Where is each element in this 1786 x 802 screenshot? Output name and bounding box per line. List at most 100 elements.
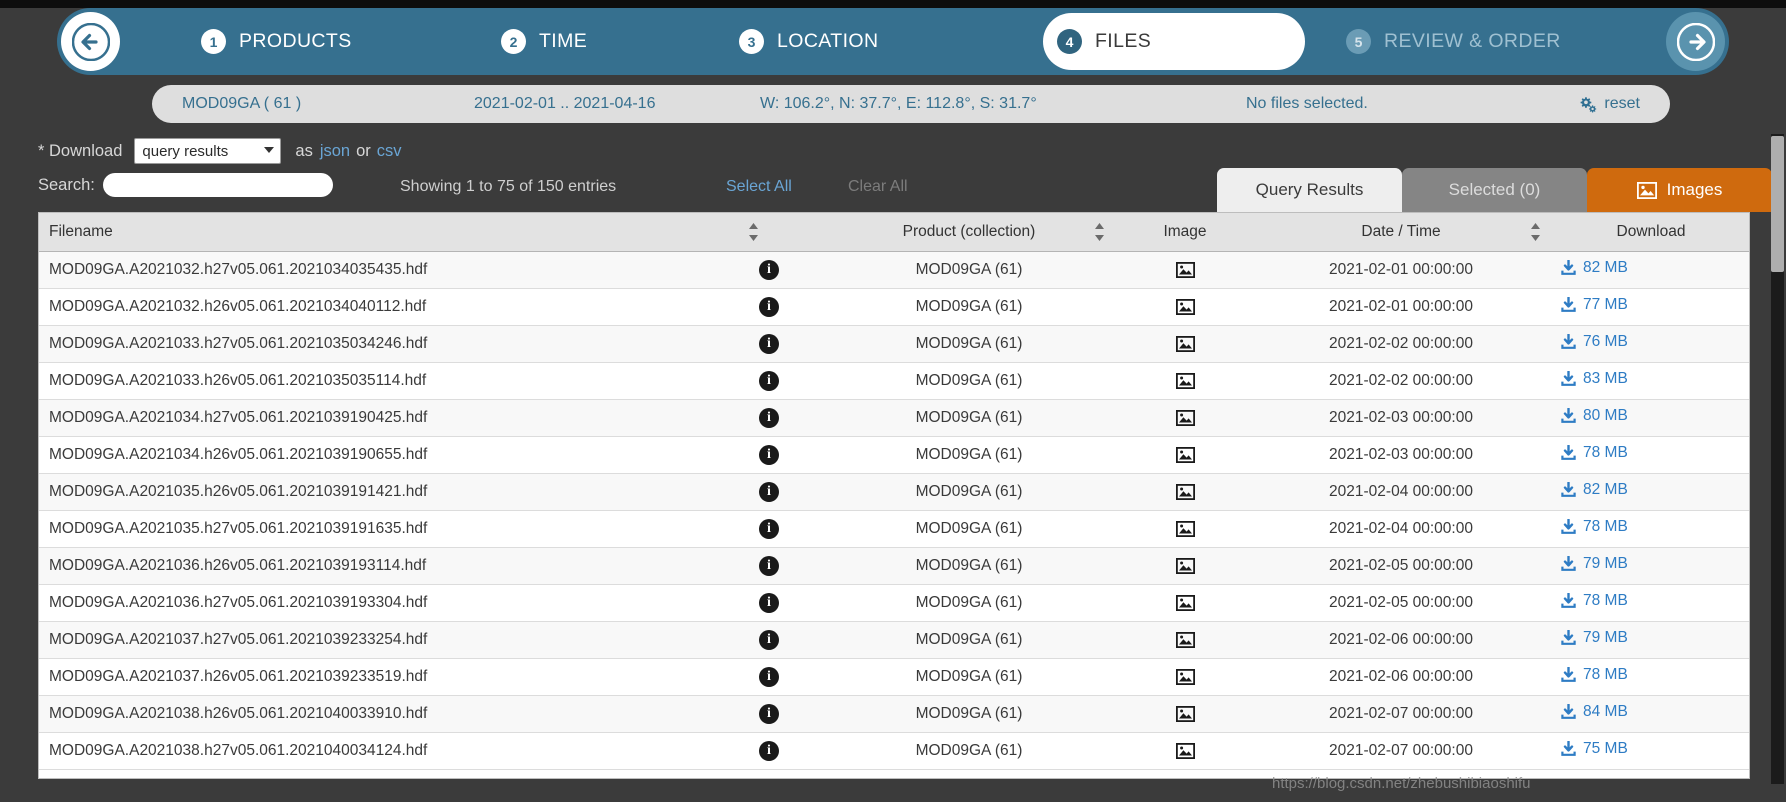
image-thumbnail-icon[interactable] (1129, 594, 1241, 611)
cell-filename[interactable]: MOD09GA.A2021032.h27v05.061.202103403543… (39, 251, 719, 289)
table-row[interactable]: MOD09GA.A2021036.h27v05.061.202103919330… (39, 584, 1749, 622)
cell-download[interactable]: 78 MB (1551, 658, 1749, 696)
image-thumbnail-icon[interactable] (1129, 557, 1241, 574)
cell-download[interactable]: 84 MB (1551, 695, 1749, 733)
info-icon[interactable]: i (759, 703, 779, 724)
cell-image[interactable] (1119, 325, 1251, 363)
image-thumbnail-icon[interactable] (1129, 742, 1241, 759)
cell-download[interactable]: 78 MB (1551, 584, 1749, 622)
select-all-link[interactable]: Select All (726, 178, 792, 196)
cell-info[interactable]: i (719, 547, 819, 585)
cell-filename[interactable]: MOD09GA.A2021033.h26v05.061.202103503511… (39, 362, 719, 400)
tab-selected[interactable]: Selected (0) (1402, 168, 1587, 212)
image-thumbnail-icon[interactable] (1129, 446, 1241, 463)
table-row[interactable]: MOD09GA.A2021032.h27v05.061.202103403543… (39, 251, 1749, 289)
cell-image[interactable] (1119, 584, 1251, 622)
cell-download[interactable]: 83 MB (1551, 362, 1749, 400)
cell-filename[interactable]: MOD09GA.A2021038.h26v05.061.202104003391… (39, 695, 719, 733)
sort-icon-product[interactable] (1094, 222, 1105, 242)
cell-image[interactable] (1119, 399, 1251, 437)
cell-filename[interactable]: MOD09GA.A2021037.h26v05.061.202103923351… (39, 658, 719, 696)
info-icon[interactable]: i (759, 296, 779, 317)
cell-filename[interactable]: MOD09GA.A2021037.h27v05.061.202103923325… (39, 621, 719, 659)
download-link[interactable]: 78 MB (1561, 592, 1628, 610)
image-thumbnail-icon[interactable] (1129, 335, 1241, 352)
download-link[interactable]: 82 MB (1561, 481, 1628, 499)
tab-query-results[interactable]: Query Results (1217, 168, 1402, 212)
cell-image[interactable] (1119, 362, 1251, 400)
table-row[interactable]: MOD09GA.A2021034.h27v05.061.202103919042… (39, 399, 1749, 437)
cell-info[interactable]: i (719, 251, 819, 289)
info-icon[interactable]: i (759, 555, 779, 576)
cell-filename[interactable]: MOD09GA.A2021033.h27v05.061.202103503424… (39, 325, 719, 363)
cell-image[interactable] (1119, 251, 1251, 289)
cell-image[interactable] (1119, 695, 1251, 733)
cell-info[interactable]: i (719, 658, 819, 696)
search-input[interactable] (102, 173, 333, 197)
page-scrollbar-thumb[interactable] (1771, 136, 1784, 272)
breadcrumb-product[interactable]: MOD09GA ( 61 ) (182, 95, 301, 113)
reset-button[interactable]: reset (1578, 95, 1640, 113)
cell-download[interactable]: 78 MB (1551, 436, 1749, 474)
info-icon[interactable]: i (759, 407, 779, 428)
cell-info[interactable]: i (719, 362, 819, 400)
cell-filename[interactable]: MOD09GA.A2021036.h27v05.061.202103919330… (39, 584, 719, 622)
cell-info[interactable]: i (719, 732, 819, 770)
column-header-info[interactable] (719, 213, 819, 252)
download-link[interactable]: 80 MB (1561, 407, 1628, 425)
image-thumbnail-icon[interactable] (1129, 631, 1241, 648)
download-link[interactable]: 78 MB (1561, 444, 1628, 462)
cell-filename[interactable]: MOD09GA.A2021034.h27v05.061.202103919042… (39, 399, 719, 437)
wizard-step-files[interactable]: 4 FILES (1043, 13, 1305, 70)
cell-info[interactable]: i (719, 621, 819, 659)
cell-info[interactable]: i (719, 695, 819, 733)
cell-info[interactable]: i (719, 584, 819, 622)
info-icon[interactable]: i (759, 370, 779, 391)
column-header-product[interactable]: Product (collection) (819, 213, 1119, 252)
table-row[interactable]: MOD09GA.A2021036.h26v05.061.202103919311… (39, 547, 1749, 585)
table-row[interactable]: MOD09GA.A2021037.h27v05.061.202103923325… (39, 621, 1749, 659)
sort-icon-filename[interactable] (748, 222, 759, 242)
download-link[interactable]: 75 MB (1561, 740, 1628, 758)
download-link[interactable]: 78 MB (1561, 518, 1628, 536)
info-icon[interactable]: i (759, 740, 779, 761)
cell-download[interactable]: 75 MB (1551, 732, 1749, 770)
info-icon[interactable]: i (759, 481, 779, 502)
forward-button[interactable] (1666, 12, 1725, 71)
download-link[interactable]: 78 MB (1561, 666, 1628, 684)
cell-download[interactable]: 77 MB (1551, 288, 1749, 326)
cell-download[interactable]: 80 MB (1551, 399, 1749, 437)
cell-image[interactable] (1119, 510, 1251, 548)
image-thumbnail-icon[interactable] (1129, 705, 1241, 722)
cell-download[interactable]: 82 MB (1551, 251, 1749, 289)
cell-info[interactable]: i (719, 436, 819, 474)
image-thumbnail-icon[interactable] (1129, 668, 1241, 685)
table-row[interactable]: MOD09GA.A2021038.h26v05.061.202104003391… (39, 695, 1749, 733)
table-row[interactable]: MOD09GA.A2021035.h27v05.061.202103919163… (39, 510, 1749, 548)
image-thumbnail-icon[interactable] (1129, 261, 1241, 278)
table-row[interactable]: MOD09GA.A2021033.h27v05.061.202103503424… (39, 325, 1749, 363)
cell-image[interactable] (1119, 547, 1251, 585)
cell-filename[interactable]: MOD09GA.A2021036.h26v05.061.202103919311… (39, 547, 719, 585)
download-link[interactable]: 79 MB (1561, 555, 1628, 573)
cell-filename[interactable]: MOD09GA.A2021035.h26v05.061.202103919142… (39, 473, 719, 511)
image-thumbnail-icon[interactable] (1129, 520, 1241, 537)
info-icon[interactable]: i (759, 518, 779, 539)
cell-image[interactable] (1119, 621, 1251, 659)
wizard-step-review-and-order[interactable]: 5 REVIEW & ORDER (1332, 13, 1575, 70)
info-icon[interactable]: i (759, 444, 779, 465)
clear-all-link[interactable]: Clear All (848, 178, 908, 196)
cell-filename[interactable]: MOD09GA.A2021038.h27v05.061.202104003412… (39, 732, 719, 770)
download-link[interactable]: 76 MB (1561, 333, 1628, 351)
cell-download[interactable]: 82 MB (1551, 473, 1749, 511)
cell-filename[interactable]: MOD09GA.A2021035.h27v05.061.202103919163… (39, 510, 719, 548)
info-icon[interactable]: i (759, 592, 779, 613)
sort-icon-date[interactable] (1530, 222, 1541, 242)
image-thumbnail-icon[interactable] (1129, 372, 1241, 389)
info-icon[interactable]: i (759, 333, 779, 354)
cell-info[interactable]: i (719, 288, 819, 326)
cell-filename[interactable]: MOD09GA.A2021032.h26v05.061.202103404011… (39, 288, 719, 326)
cell-info[interactable]: i (719, 473, 819, 511)
download-link[interactable]: 77 MB (1561, 296, 1628, 314)
download-link[interactable]: 82 MB (1561, 259, 1628, 277)
